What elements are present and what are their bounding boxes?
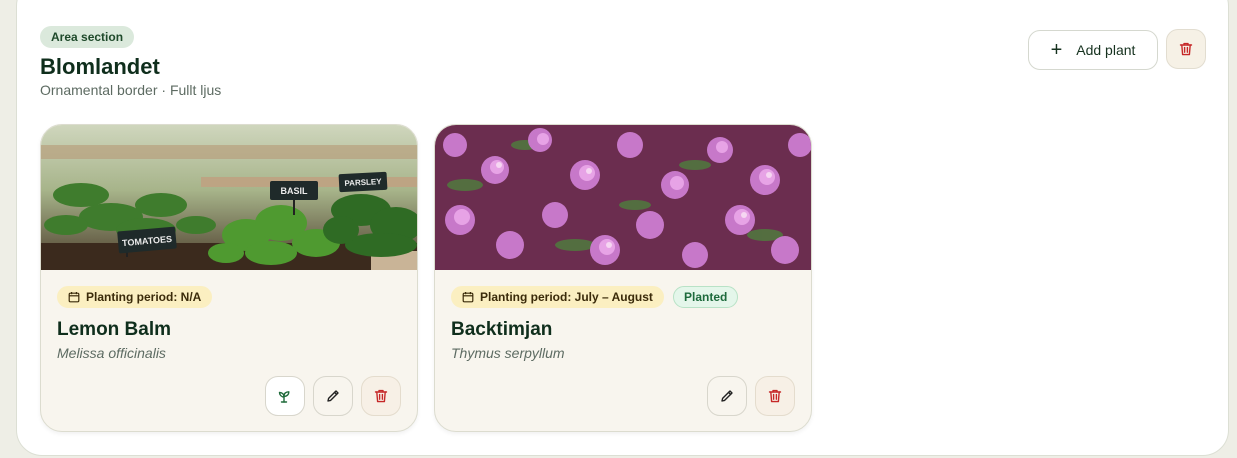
pencil-icon (721, 390, 733, 402)
plant-name: Backtimjan (451, 319, 553, 340)
plant-scientific-name: Thymus serpyllum (451, 345, 565, 361)
plant-photo (435, 125, 811, 270)
plus-icon: + (1050, 39, 1063, 61)
edit-plant-button[interactable] (313, 376, 353, 416)
planting-period-badge: Planting period: N/A (57, 286, 213, 308)
delete-plant-button[interactable] (755, 376, 795, 416)
plant-scientific-name: Melissa officinalis (57, 345, 166, 361)
area-section-badge: Area section (40, 26, 135, 48)
area-title: Blomlandet (40, 54, 160, 79)
delete-plant-button[interactable] (361, 376, 401, 416)
plant-card: Planting period: July – August Planted B… (434, 124, 812, 432)
planting-period-text: Planting period: July – August (480, 290, 653, 304)
sprout-icon (278, 391, 290, 403)
photo-label: BASIL (281, 186, 309, 196)
pencil-icon (327, 390, 339, 402)
calendar-icon (68, 292, 80, 303)
status-badge: Planted (673, 286, 739, 308)
trash-icon (1179, 42, 1193, 56)
edit-plant-button[interactable] (707, 376, 747, 416)
add-plant-button[interactable]: + Add plant (1028, 30, 1158, 70)
add-plant-label: Add plant (1076, 42, 1136, 58)
calendar-icon (462, 292, 474, 303)
plant-photo: TOMATOES BASIL PARSLEY (41, 125, 417, 270)
area-subtitle: Ornamental border · Fullt ljus (40, 82, 222, 98)
plant-card: TOMATOES BASIL PARSLEY Planting period: … (40, 124, 418, 432)
planting-period-badge: Planting period: July – August (451, 286, 664, 308)
mark-planted-button[interactable] (265, 376, 305, 416)
plant-name: Lemon Balm (57, 319, 172, 340)
planting-period-text: Planting period: N/A (86, 290, 202, 304)
trash-icon (374, 389, 388, 403)
delete-area-button[interactable] (1166, 29, 1206, 69)
trash-icon (768, 389, 782, 403)
